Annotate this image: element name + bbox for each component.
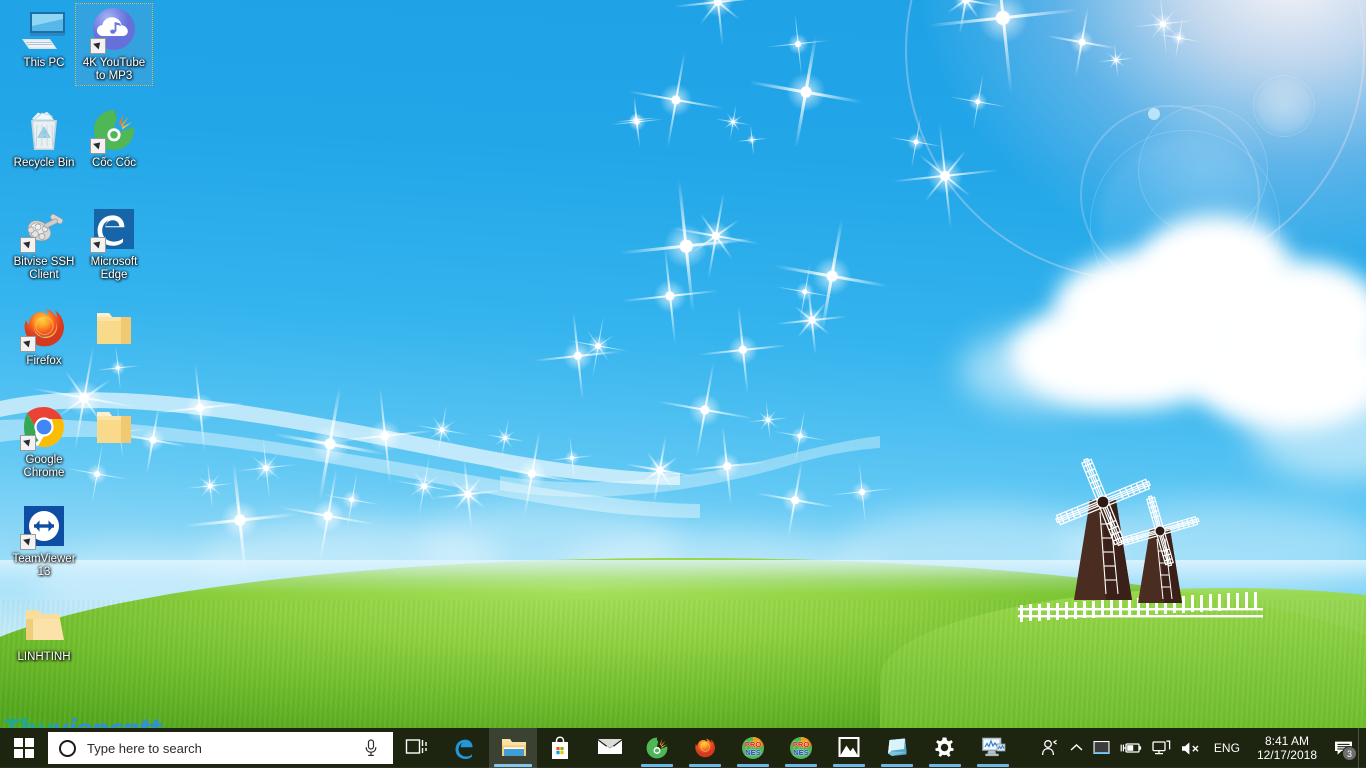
pinned-apps-container: PRO NES PRO NES xyxy=(441,728,1017,768)
taskbar-app-settings[interactable] xyxy=(921,728,969,768)
desktop-icon-folder-unnamed-1[interactable] xyxy=(76,302,152,358)
shortcut-arrow-icon xyxy=(90,38,106,54)
taskbar-app-coc-coc[interactable] xyxy=(633,728,681,768)
taskbar-app-edge[interactable] xyxy=(441,728,489,768)
battery-charging-icon[interactable] xyxy=(1115,728,1147,768)
this-pc-icon xyxy=(20,6,68,54)
desktop-icon-teamviewer-13[interactable]: TeamViewer 13 xyxy=(6,500,82,581)
coc-coc-icon xyxy=(645,736,669,760)
taskbar-app-photos[interactable] xyxy=(825,728,873,768)
desktop-icon-recycle-bin[interactable]: Recycle Bin xyxy=(6,104,82,173)
microsoft-edge-icon xyxy=(90,205,138,253)
firefox-icon xyxy=(693,736,717,760)
teamviewer-13-icon xyxy=(20,502,68,550)
task-manager-icon xyxy=(981,736,1006,760)
pro-nes-1-icon: PRO NES xyxy=(741,736,765,760)
desktop-icon-label: Recycle Bin xyxy=(13,157,75,169)
touchpad-icon[interactable] xyxy=(1088,728,1115,768)
folder-unnamed-2-icon xyxy=(90,403,138,451)
settings-icon xyxy=(933,736,957,760)
clock-time: 8:41 AM xyxy=(1264,734,1309,748)
firefox-icon xyxy=(20,304,68,352)
taskbar-app-pro-nes-2[interactable]: PRO NES xyxy=(777,728,825,768)
task-view-icon xyxy=(405,736,429,760)
desktop-icon-folder-unnamed-2[interactable] xyxy=(76,401,152,457)
network-icon[interactable] xyxy=(1147,728,1176,768)
clock[interactable]: 8:41 AM 12/17/2018 xyxy=(1248,728,1328,768)
desktop-icon-google-chrome[interactable]: Google Chrome xyxy=(6,401,82,482)
recycle-bin-icon xyxy=(20,106,68,154)
taskbar-app-file-explorer[interactable] xyxy=(489,728,537,768)
bitvise-ssh-client-icon xyxy=(20,205,68,253)
store-icon xyxy=(549,736,573,760)
desktop-icon-label: Google Chrome xyxy=(23,454,65,479)
search-box[interactable]: Type here to search xyxy=(48,732,393,764)
search-placeholder: Type here to search xyxy=(87,740,202,756)
4k-youtube-to-mp3-icon xyxy=(90,6,138,54)
google-chrome-icon xyxy=(20,403,68,451)
desktop-icon-label: LINHTINH xyxy=(17,651,71,663)
taskbar-app-store[interactable] xyxy=(537,728,585,768)
shortcut-arrow-icon xyxy=(20,435,36,451)
action-center-button[interactable]: 3 xyxy=(1328,728,1358,768)
shortcut-arrow-icon xyxy=(90,138,106,154)
people-icon[interactable] xyxy=(1036,728,1065,768)
desktop-icon-grid: This PC 4K YouTube to MP3 Recycle Bin Cố… xyxy=(0,0,240,700)
edge-icon xyxy=(453,736,477,760)
desktop-icon-label: Bitvise SSH Client xyxy=(13,256,75,281)
linhtinh-folder-icon xyxy=(20,600,68,648)
svg-text:NES: NES xyxy=(793,748,809,757)
show-desktop-button[interactable] xyxy=(1358,728,1366,768)
desktop-icon-bitvise-ssh-client[interactable]: Bitvise SSH Client xyxy=(6,203,82,284)
file-explorer-icon xyxy=(501,736,526,760)
mail-icon xyxy=(597,736,622,760)
clock-date: 12/17/2018 xyxy=(1256,748,1317,762)
desktop-icon-coc-coc[interactable]: Cốc Cốc xyxy=(76,104,152,173)
desktop-wallpaper[interactable]: Thuviencntt This PC 4K YouTube to MP3 xyxy=(0,0,1366,768)
shortcut-arrow-icon xyxy=(20,336,36,352)
desktop-icon-4k-youtube-to-mp3[interactable]: 4K YouTube to MP3 xyxy=(75,2,153,87)
sticky-notes-icon xyxy=(885,736,909,760)
shortcut-arrow-icon xyxy=(20,237,36,253)
folder-unnamed-1-icon xyxy=(90,304,138,352)
start-button[interactable] xyxy=(0,728,48,768)
desktop-icon-microsoft-edge[interactable]: Microsoft Edge xyxy=(76,203,152,284)
desktop-icon-label: Firefox xyxy=(26,355,62,367)
show-hidden-icons-chevron-icon[interactable] xyxy=(1065,728,1088,768)
shortcut-arrow-icon xyxy=(20,534,36,550)
pro-nes-2-icon: PRO NES xyxy=(789,736,813,760)
svg-text:NES: NES xyxy=(745,748,761,757)
taskbar-app-firefox[interactable] xyxy=(681,728,729,768)
notification-badge: 3 xyxy=(1342,746,1357,761)
windows-logo-icon xyxy=(14,738,34,758)
microphone-icon[interactable] xyxy=(363,739,379,757)
desktop-icon-firefox[interactable]: Firefox xyxy=(6,302,82,371)
language-indicator[interactable]: ENG xyxy=(1206,728,1248,768)
taskbar-app-task-manager[interactable] xyxy=(969,728,1017,768)
task-view-button[interactable] xyxy=(393,728,441,768)
taskbar: Type here to search PRO NES PRO NES ENG … xyxy=(0,728,1366,768)
taskbar-app-mail[interactable] xyxy=(585,728,633,768)
desktop-icon-label: This PC xyxy=(23,57,65,69)
cortana-circle-icon xyxy=(59,739,76,757)
photos-icon xyxy=(837,736,861,760)
desktop-icon-label: Cốc Cốc xyxy=(91,157,137,169)
desktop-icon-linhtinh-folder[interactable]: LINHTINH xyxy=(6,598,82,667)
volume-muted-icon[interactable] xyxy=(1176,728,1206,768)
shortcut-arrow-icon xyxy=(90,237,106,253)
desktop-icon-label: TeamViewer 13 xyxy=(12,553,76,578)
taskbar-app-sticky-notes[interactable] xyxy=(873,728,921,768)
desktop-icon-label: 4K YouTube to MP3 xyxy=(82,57,146,82)
system-tray: ENG 8:41 AM 12/17/2018 3 xyxy=(1036,728,1366,768)
desktop-icon-label: Microsoft Edge xyxy=(90,256,138,281)
coc-coc-icon xyxy=(90,106,138,154)
taskbar-app-pro-nes-1[interactable]: PRO NES xyxy=(729,728,777,768)
desktop-icon-this-pc[interactable]: This PC xyxy=(6,4,82,73)
